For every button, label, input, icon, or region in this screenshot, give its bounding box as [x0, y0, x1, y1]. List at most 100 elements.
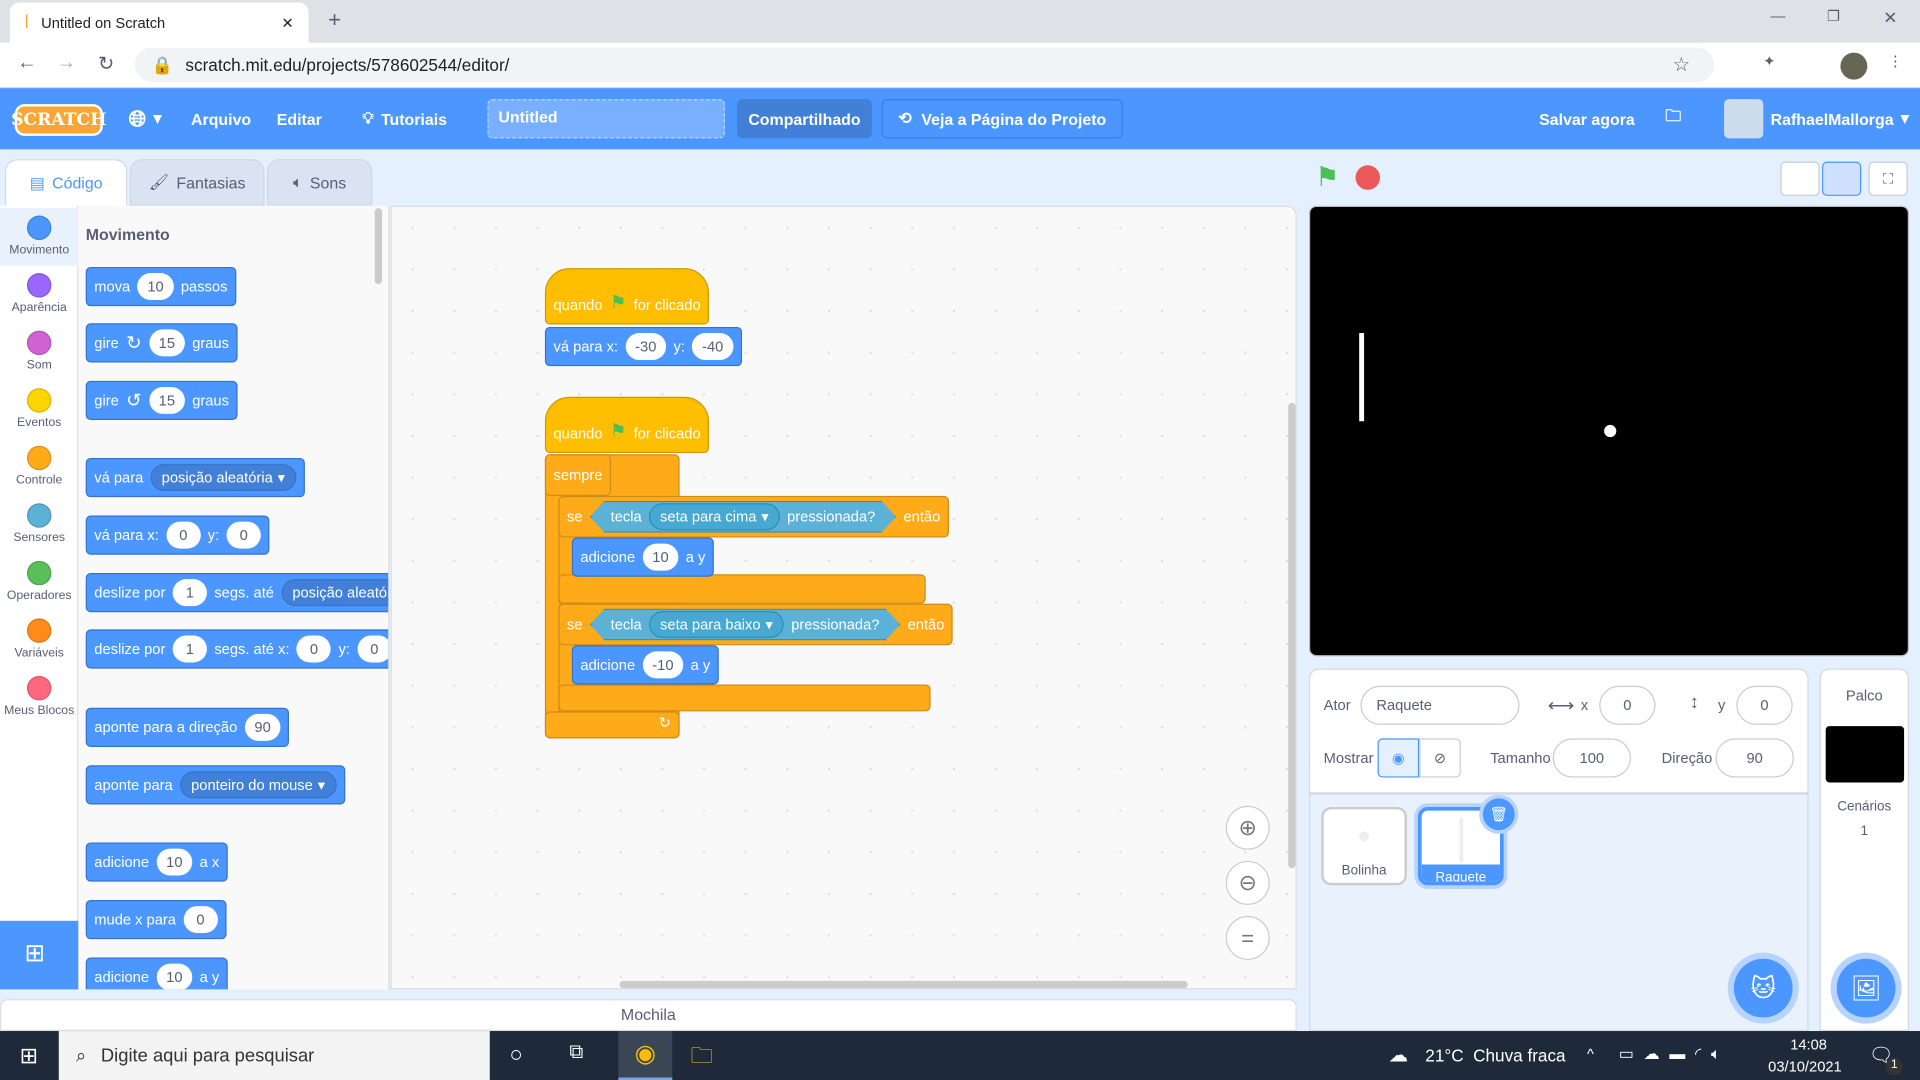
cortana-icon[interactable]: ○ [509, 1042, 522, 1068]
number-input[interactable]: -10 [642, 651, 684, 679]
green-flag-icon[interactable]: ⚑ [1315, 162, 1339, 194]
control-block-body[interactable] [558, 684, 931, 712]
browser-tab[interactable]: ꟾ Untitled on Scratch ✕ [9, 2, 309, 43]
fullscreen-icon[interactable]: ⛶ [1868, 161, 1908, 196]
backpack[interactable]: Mochila [0, 999, 1297, 1032]
number-input[interactable]: 90 [244, 713, 281, 741]
language-menu[interactable]: 🌐︎ ▾ [129, 88, 162, 149]
tab-sounds[interactable]: 🔈︎ Sons [266, 159, 373, 206]
stop-icon[interactable] [1355, 165, 1381, 190]
forward-icon[interactable]: → [56, 53, 76, 75]
weather-text[interactable]: 21°C Chuva fraca [1425, 1046, 1565, 1066]
size-input[interactable]: 100 [1552, 738, 1632, 778]
dropdown-menu[interactable]: ponteiro do mouse ▾ [180, 771, 337, 799]
category-controle[interactable]: Controle [0, 438, 78, 496]
number-input[interactable]: 0 [296, 635, 332, 663]
key-pressed-sensing-block[interactable]: tecla seta para baixo ▾ pressionada? [590, 609, 900, 641]
tab-code[interactable]: ▤ Código [4, 159, 128, 206]
clock-date[interactable]: 03/10/2021 [1768, 1058, 1842, 1075]
menu-icon[interactable]: ⋮ [1888, 53, 1903, 70]
menu-file[interactable]: Arquivo [191, 88, 251, 149]
project-title-input[interactable]: Untitled [487, 99, 725, 139]
when-flag-clicked-block[interactable]: quando ⚑ for clicado [544, 268, 710, 325]
star-icon[interactable]: ☆ [1673, 53, 1691, 77]
palette-block[interactable]: deslize por 1 segs. até x: 0 y: 0 [85, 629, 389, 669]
tab-costumes[interactable]: 🖌︎ Fantasias [129, 159, 265, 206]
see-project-page-button[interactable]: ⟲ Veja a Página do Projeto [881, 99, 1123, 139]
category-operadores[interactable]: Operadores [0, 553, 78, 611]
number-input[interactable]: 10 [156, 848, 193, 876]
number-input[interactable]: 10 [642, 543, 679, 571]
sprite-name-input[interactable]: Raquete [1360, 685, 1520, 725]
motion-block[interactable]: vá para x: -30 y: -40 [544, 326, 742, 367]
palette-block[interactable]: mova 10 passos [85, 266, 237, 307]
choose-sprite-cat-icon[interactable]: 🐱︎ [1733, 958, 1793, 1018]
horizontal-scrollbar[interactable] [619, 980, 1188, 989]
zoom-in-button[interactable]: ⊕ [1225, 805, 1270, 850]
save-now-button[interactable]: Salvar agora [1539, 88, 1635, 149]
dropdown-menu[interactable]: seta para baixo ▾ [649, 611, 784, 638]
category-eventos[interactable]: Eventos [0, 381, 78, 439]
share-button[interactable]: Compartilhado [737, 99, 872, 139]
palette-block[interactable]: aponte para a direção 90 [85, 707, 290, 747]
hide-sprite-icon[interactable]: ⊘ [1419, 738, 1461, 778]
extensions-icon[interactable]: ✦ [1763, 53, 1775, 70]
y-input[interactable]: 0 [1736, 685, 1793, 725]
dropdown-menu[interactable]: posição aleatória▾ [150, 464, 297, 492]
number-input[interactable]: 1 [172, 635, 207, 663]
control-block-body[interactable] [558, 574, 926, 604]
category-sensores[interactable]: Sensores [0, 496, 78, 554]
category-movimento[interactable]: Movimento [0, 208, 79, 266]
number-input[interactable]: 10 [137, 273, 174, 301]
palette-scrollbar[interactable] [374, 208, 383, 285]
if-then-block[interactable]: se tecla seta para cima ▾ pressionada? então [558, 495, 949, 538]
delete-sprite-trash-icon[interactable]: 🗑︎ [1482, 798, 1515, 831]
key-pressed-sensing-block[interactable]: tecla seta para cima ▾ pressionada? [590, 501, 896, 533]
url-bar[interactable]: 🔒 scratch.mit.edu/projects/578602544/edi… [134, 47, 1715, 83]
close-window-icon[interactable]: ✕ [1883, 7, 1897, 28]
menu-tutorials[interactable]: 💡︎ Tutoriais [362, 88, 447, 149]
tray-icons[interactable]: ▭☁▬◜🔈︎ [1619, 1044, 1731, 1064]
sprite-thumb-bolinha[interactable]: Bolinha [1321, 806, 1407, 886]
palette-block[interactable]: adicione 10 a y [85, 957, 228, 990]
close-tab-icon[interactable]: ✕ [282, 14, 294, 31]
chrome-taskbar-icon[interactable]: ◉ [618, 1031, 673, 1080]
category-variáveis[interactable]: Variáveis [0, 611, 78, 669]
when-flag-clicked-block[interactable]: quando ⚑ for clicado [544, 396, 710, 454]
number-input[interactable]: 0 [226, 521, 261, 549]
file-explorer-icon[interactable]: 🗀 [691, 1041, 713, 1078]
palette-block[interactable]: adicione 10 a x [85, 842, 228, 882]
number-input[interactable]: 1 [172, 579, 207, 607]
back-icon[interactable]: ← [17, 53, 37, 75]
reload-icon[interactable]: ↻ [98, 51, 114, 75]
my-stuff-folder-icon[interactable]: 🗀 [1665, 88, 1681, 149]
number-input[interactable]: 15 [148, 329, 185, 357]
palette-block[interactable]: aponte para ponteiro do mouse ▾ [85, 765, 345, 805]
palette-block[interactable]: mude x para 0 [85, 900, 227, 940]
category-meus-blocos[interactable]: Meus Blocos [0, 669, 78, 727]
number-input[interactable]: 10 [156, 963, 193, 990]
menu-edit[interactable]: Editar [277, 88, 322, 149]
direction-input[interactable]: 90 [1715, 738, 1794, 778]
motion-block[interactable]: adicione 10 a y [571, 537, 714, 577]
number-input[interactable]: -30 [625, 333, 667, 361]
number-input[interactable]: 0 [183, 906, 218, 934]
number-input[interactable]: 0 [357, 635, 389, 663]
number-input[interactable]: 0 [166, 521, 201, 549]
palette-block[interactable]: gire ↺ 15 graus [85, 380, 238, 421]
add-extension-button[interactable]: ⊞ [0, 920, 79, 990]
dropdown-menu[interactable]: seta para cima ▾ [649, 503, 780, 530]
palette-block[interactable]: vá para posição aleatória ▾ [85, 457, 305, 498]
tray-chevron-icon[interactable]: ^ [1587, 1046, 1594, 1063]
dropdown-menu[interactable]: posição aleatória▾ [281, 579, 389, 607]
vertical-scrollbar[interactable] [1288, 402, 1296, 869]
x-input[interactable]: 0 [1599, 685, 1656, 725]
stage-selector[interactable]: Palco Cenários 1 🖼︎ [1819, 668, 1909, 1032]
palette-block[interactable]: vá para x: 0 y: 0 [85, 515, 270, 555]
category-aparência[interactable]: Aparência [0, 266, 78, 324]
taskbar-search[interactable]: ⌕ Digite aqui para pesquisar [58, 1031, 490, 1080]
show-sprite-eye-icon[interactable]: ◉ [1377, 738, 1420, 778]
account-menu[interactable]: RafhaelMallorga ▾ [1724, 88, 1909, 149]
choose-backdrop-icon[interactable]: 🖼︎ [1836, 958, 1896, 1018]
zoom-reset-button[interactable]: = [1225, 915, 1270, 961]
